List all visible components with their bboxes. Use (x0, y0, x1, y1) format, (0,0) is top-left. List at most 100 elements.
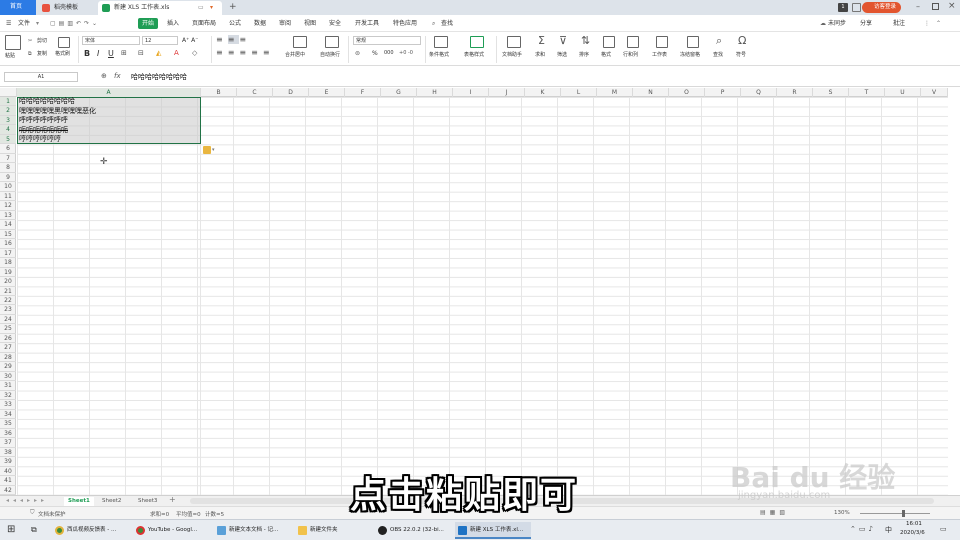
row-header[interactable]: 27 (0, 343, 16, 353)
cell-a4[interactable]: 呃呃呃呃呃呃呃 (19, 126, 68, 135)
sum-icon[interactable]: Σ (538, 34, 545, 48)
merge-cell-icon[interactable]: ⊟ (138, 50, 144, 57)
format-painter-icon[interactable] (58, 37, 70, 48)
column-header[interactable]: N (633, 88, 669, 97)
vertical-align-icons[interactable]: ≡≡≡ (216, 35, 251, 44)
row-col-button[interactable]: 行和列 (623, 52, 638, 59)
column-header[interactable]: S (813, 88, 849, 97)
bold-button[interactable]: B (84, 49, 90, 59)
row-header[interactable]: 34 (0, 410, 16, 420)
symbol-icon[interactable]: Ω (738, 34, 746, 48)
taskbar-app-obs[interactable]: OBS 22.0.2 (32-bi... (375, 522, 451, 539)
find-button[interactable]: 查找 (713, 52, 723, 59)
format-icon[interactable] (603, 36, 615, 48)
paste-icon[interactable] (5, 35, 21, 50)
menu-file-chevron-icon[interactable]: ▾ (36, 18, 39, 29)
sort-icon[interactable]: ⇅ (581, 34, 590, 48)
monitor-icon[interactable]: ▭ (198, 1, 204, 15)
fill-color-icon[interactable]: ◭ (156, 50, 161, 57)
column-header[interactable]: O (669, 88, 705, 97)
copy-button[interactable]: 复制 (37, 51, 47, 58)
percent-button[interactable]: % (372, 50, 378, 57)
task-view-icon[interactable]: ⧉ (31, 524, 37, 536)
row-header[interactable]: 10 (0, 182, 16, 192)
zoom-formula-icon[interactable]: ⊕ (101, 72, 107, 80)
row-header[interactable]: 15 (0, 230, 16, 240)
format-button[interactable]: 格式 (601, 52, 611, 59)
row-header[interactable]: 24 (0, 315, 16, 325)
row-col-icon[interactable] (627, 36, 639, 48)
row-header[interactable]: 13 (0, 211, 16, 221)
quick-access-icons[interactable]: ▢▤▥↶↷⌄ (50, 18, 100, 29)
taskbar-app-chrome-2[interactable]: YouTube - Googl... (133, 522, 209, 539)
menu-search[interactable]: 查找 (441, 18, 453, 29)
menu-data[interactable]: 数据 (254, 18, 266, 29)
tab-home[interactable]: 首页 (0, 0, 36, 15)
cell-a5[interactable]: 哼哼哼哼哼哼 (19, 135, 61, 144)
column-header[interactable]: B (201, 88, 237, 97)
row-header[interactable]: 6 (0, 144, 16, 154)
row-header[interactable]: 39 (0, 457, 16, 467)
column-header[interactable]: R (777, 88, 813, 97)
taskbar-app-notepad[interactable]: 新建文本文档 - 记... (214, 522, 290, 539)
sheet-tab-sheet3[interactable]: Sheet3 (134, 497, 161, 506)
conditional-format-icon[interactable] (434, 36, 448, 48)
column-header[interactable]: G (381, 88, 417, 97)
row-header[interactable]: 25 (0, 324, 16, 334)
menu-formula[interactable]: 公式 (229, 18, 241, 29)
font-color-icon[interactable]: A (174, 50, 179, 57)
row-header[interactable]: 4 (0, 125, 16, 135)
row-header[interactable]: 21 (0, 287, 16, 296)
row-header[interactable]: 26 (0, 334, 16, 344)
row-header[interactable]: 28 (0, 353, 16, 363)
find-icon[interactable]: ⌕ (716, 34, 722, 48)
zoom-slider-thumb[interactable] (902, 510, 905, 517)
column-header[interactable]: H (417, 88, 453, 97)
font-name-select[interactable]: 宋体 (82, 36, 140, 45)
menu-special[interactable]: 特色应用 (393, 18, 417, 29)
tab-document[interactable]: 新建 XLS 工作表.xls ▭ ▾ (98, 1, 222, 15)
taskbar-app-wps[interactable]: 新建 XLS 工作表.xl... (455, 522, 531, 539)
conditional-format-button[interactable]: 条件格式 (429, 52, 449, 59)
row-header[interactable]: 22 (0, 296, 16, 306)
copy-icon[interactable]: ⧉ (28, 51, 32, 58)
column-header[interactable]: D (273, 88, 309, 97)
freeze-panes-button[interactable]: 冻结窗格 (680, 52, 700, 59)
thousands-button[interactable]: 000 (384, 50, 394, 57)
column-header[interactable]: K (525, 88, 561, 97)
column-header[interactable]: P (705, 88, 741, 97)
row-header[interactable]: 38 (0, 448, 16, 458)
sum-button[interactable]: 求和 (535, 52, 545, 59)
underline-button[interactable]: U (108, 49, 114, 59)
sort-button[interactable]: 排序 (579, 52, 589, 59)
column-header[interactable]: U (885, 88, 921, 97)
row-header[interactable]: 1 (0, 97, 16, 107)
row-header[interactable]: 19 (0, 268, 16, 278)
row-header[interactable]: 11 (0, 192, 16, 202)
row-header[interactable]: 32 (0, 391, 16, 401)
insert-function-button[interactable]: fx (114, 72, 121, 80)
horizontal-align-icons[interactable]: ≡≡≡≡≡ (216, 49, 275, 57)
name-box[interactable]: A1 (4, 72, 78, 82)
sync-status[interactable]: 未同步 (828, 18, 846, 29)
wrap-text-icon[interactable] (325, 36, 339, 48)
column-header[interactable]: V (921, 88, 948, 97)
column-header[interactable]: F (345, 88, 381, 97)
row-header[interactable]: 33 (0, 400, 16, 410)
table-style-button[interactable]: 表格样式 (464, 52, 484, 59)
maximize-icon[interactable] (932, 3, 939, 10)
row-header[interactable]: 42 (0, 486, 16, 495)
comment-button[interactable]: 批注 (893, 18, 905, 29)
row-header[interactable]: 2 (0, 106, 16, 116)
column-header[interactable]: J (489, 88, 525, 97)
share-button[interactable]: 分享 (860, 18, 872, 29)
sheet-tab-sheet2[interactable]: Sheet2 (98, 497, 125, 506)
guest-login-button[interactable]: 访客登录 (862, 2, 902, 13)
cell-grid[interactable] (17, 97, 948, 495)
cell-a1[interactable]: 哈哈哈哈哈哈哈哈 (19, 97, 75, 106)
taskbar-app-chrome-1[interactable]: 西瓜视频反馈表 - ... (52, 522, 128, 539)
freeze-panes-icon[interactable] (687, 36, 699, 48)
currency-icon[interactable]: ⊜ (355, 50, 360, 57)
row-header[interactable]: 20 (0, 277, 16, 287)
menu-developer[interactable]: 开发工具 (355, 18, 379, 29)
